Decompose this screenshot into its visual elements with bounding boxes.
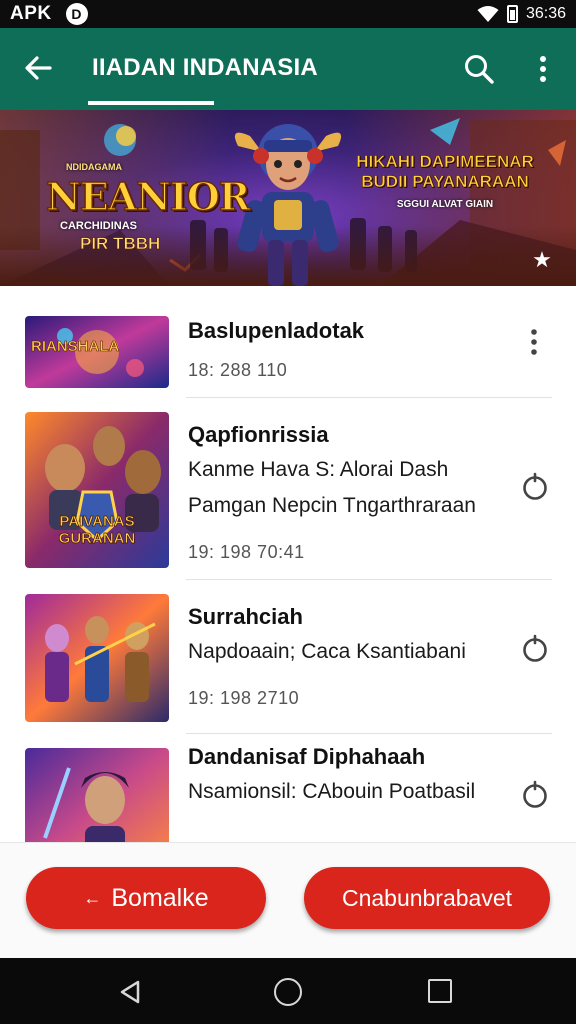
list-item[interactable]: Surrahciah Napdoaain; Caca Ksantiabani 1… [0,580,576,734]
banner-game-logo: NDIDAGAMA NEANIOR CARCHIDINAS PIR TBBH [45,162,251,262]
system-navigation-bar [0,958,576,1024]
list-item[interactable]: PAIVANAS GURANAN Qapfionrissia Kanme Hav… [0,398,576,580]
arrow-left-icon [25,56,52,80]
list-item-meta: 18: 288 110 [188,360,288,380]
list-item-meta: 19: 198 2710 [188,688,300,708]
app-screen: APK D 36:36 IIADAN INDANASIA NDIDAGAMA N… [0,0,576,1024]
list-item-thumbnail [25,748,169,842]
list-item-meta: 19: 198 70:41 [188,542,305,562]
app-bar: IIADAN INDANASIA [0,28,576,110]
thumbnail-art [25,594,169,722]
list-item-description-line2: Pamgan Nepcin Tngarthraraan [188,494,476,517]
list-item-description: Napdoaain; Caca Ksantiabani [188,640,466,663]
bookmark-button-label: Bomalke [111,883,209,912]
search-icon [465,55,494,84]
list-item-thumbnail: RIANSHALA [25,316,169,388]
download-icon[interactable] [520,470,550,502]
list-item-title: Baslupenladotak [188,318,365,343]
bookmark-button[interactable]: ← Bomalke [26,867,266,929]
nav-recents-icon[interactable] [428,979,452,1003]
banner-headline-subtitle: SGGUI ALVAT GIAIN [396,198,494,210]
thumbnail-title: RIANSHALA [31,338,120,356]
more-vert-icon [540,56,546,82]
more-options-button[interactable] [528,50,558,88]
primary-action-button-label: Cnabunbrabavet [341,884,513,911]
thumbnail-art [25,748,169,842]
list-item-description: Kanme Hava S: Alorai Dash [188,458,449,481]
primary-action-button[interactable]: Cnabunbrabavet [304,867,550,929]
banner-headline-line1: HIKAHI DAPIMEENAR [356,152,534,172]
status-apk-label: APK [10,3,52,24]
app-logo-icon: D [65,3,88,25]
item-more-button[interactable] [520,324,548,360]
banner-logo-subtitle: CARCHIDINAS [60,220,137,232]
wifi-icon [477,6,499,22]
nav-home-icon[interactable] [274,978,302,1006]
star-icon[interactable]: ★ [530,248,554,272]
list-item-title: Dandanisaf Diphahaah [188,744,426,769]
more-vert-icon [531,329,537,355]
list-item-description: Nsamionsil: CAbouin Poatbasil [188,780,476,803]
battery-icon [506,5,518,23]
banner-headline-line2: BUDII PAYANARAAN [361,172,529,192]
status-time: 36:36 [525,5,566,22]
back-button[interactable] [20,50,56,86]
list-item-thumbnail: PAIVANAS GURANAN [25,412,169,568]
download-icon[interactable] [520,778,550,810]
list-item-thumbnail [25,594,169,722]
thumbnail-title: PAIVANAS GURANAN [58,513,136,547]
search-button[interactable] [460,50,498,88]
list-item[interactable]: Dandanisaf Diphahaah Nsamionsil: CAbouin… [0,734,576,842]
page-title: IIADAN INDANASIA [92,54,318,81]
list-item[interactable]: RIANSHALA Baslupenladotak 18: 288 110 [0,286,576,398]
featured-banner[interactable]: NDIDAGAMA NEANIOR CARCHIDINAS PIR TBBH H… [0,110,576,286]
status-bar: APK D 36:36 [0,0,576,28]
banner-logo-top-text: NDIDAGAMA [66,162,122,172]
banner-logo-title: NEANIOR [45,173,251,220]
banner-headline: HIKAHI DAPIMEENAR BUDII PAYANARAAN SGGUI… [350,152,540,210]
arrow-left-small-icon: ← [83,887,102,908]
download-icon[interactable] [520,632,550,664]
list-item-title: Qapfionrissia [188,422,329,447]
bottom-action-bar: ← Bomalke Cnabunbrabavet [0,842,576,958]
title-tab-indicator [88,101,214,105]
banner-logo-tagline: PIR TBBH [80,234,161,254]
app-list: RIANSHALA Baslupenladotak 18: 288 110 PA… [0,286,576,842]
list-item-title: Surrahciah [188,604,303,629]
nav-back-icon[interactable] [116,978,144,1006]
